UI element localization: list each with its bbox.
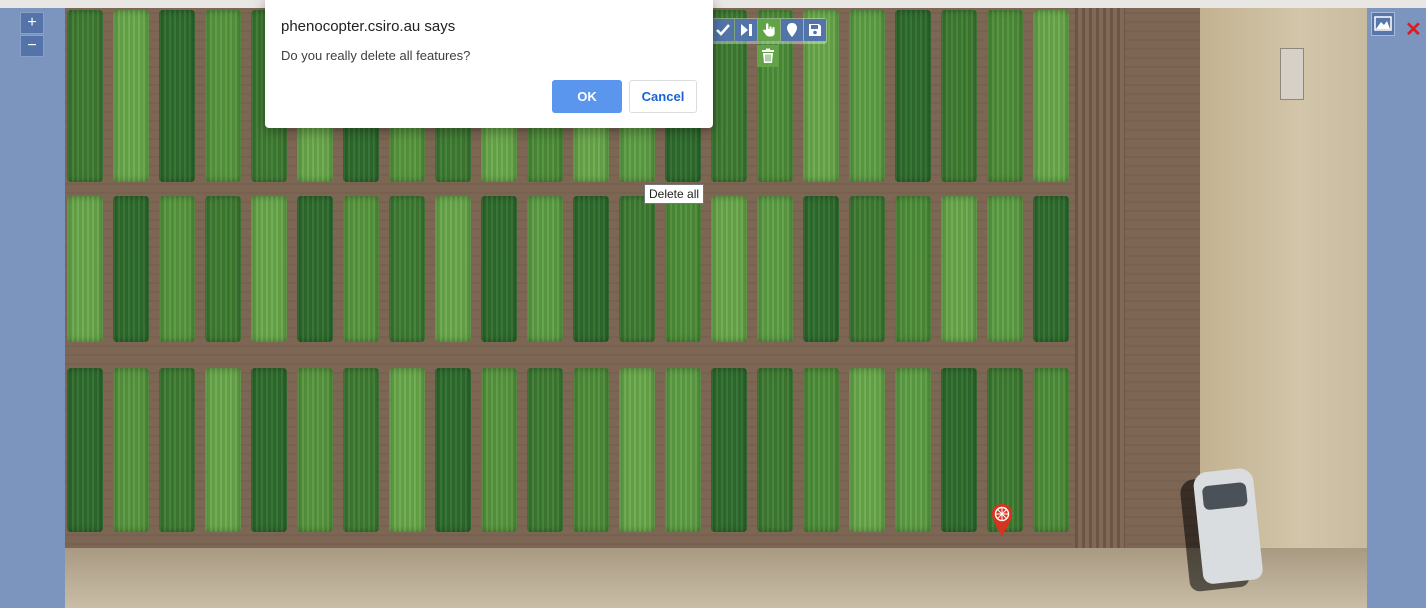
crop-plot xyxy=(619,368,655,532)
tooltip-delete-all: Delete all xyxy=(644,184,705,204)
shed xyxy=(1280,48,1304,100)
zoom-out-button[interactable]: − xyxy=(20,35,44,57)
crop-plot xyxy=(1033,196,1069,342)
crop-plot xyxy=(251,368,287,532)
crop-plot xyxy=(205,10,241,182)
crop-plot xyxy=(1033,10,1069,182)
check-icon[interactable] xyxy=(712,19,734,41)
map-marker-icon[interactable] xyxy=(991,503,1013,537)
skip-icon[interactable] xyxy=(735,19,757,41)
draw-toolbar xyxy=(711,18,827,44)
crop-plot xyxy=(159,10,195,182)
ok-button[interactable]: OK xyxy=(552,80,622,113)
crop-plot xyxy=(389,368,425,532)
confirm-dialog: phenocopter.csiro.au says Do you really … xyxy=(265,0,713,128)
map-frame-right xyxy=(1366,8,1426,608)
crop-plot xyxy=(573,196,609,342)
crop-plot xyxy=(67,368,103,532)
trash-icon xyxy=(762,48,774,63)
crop-plot xyxy=(251,196,287,342)
crop-plot xyxy=(113,368,149,532)
dialog-title: phenocopter.csiro.au says xyxy=(281,18,456,35)
zoom-in-button[interactable]: + xyxy=(20,12,44,34)
crop-plot xyxy=(849,10,885,182)
map-frame-left xyxy=(0,8,65,608)
crop-plot xyxy=(987,10,1023,182)
dialog-message: Do you really delete all features? xyxy=(281,48,471,63)
crop-plot xyxy=(343,368,379,532)
crop-plot xyxy=(941,10,977,182)
crop-plot xyxy=(389,196,425,342)
marker-icon[interactable] xyxy=(781,19,803,41)
crop-plot xyxy=(573,368,609,532)
crop-plot xyxy=(803,196,839,342)
cancel-button[interactable]: Cancel xyxy=(629,80,697,113)
crop-plot xyxy=(159,368,195,532)
crop-plot xyxy=(481,196,517,342)
crop-plot xyxy=(665,196,701,342)
crop-plot xyxy=(205,196,241,342)
crop-plot xyxy=(711,368,747,532)
crop-plot xyxy=(297,368,333,532)
crop-plot xyxy=(895,368,931,532)
close-icon[interactable]: ✕ xyxy=(1405,20,1422,40)
crop-plot xyxy=(757,196,793,342)
crop-plot xyxy=(757,368,793,532)
crop-plot xyxy=(895,10,931,182)
crop-plot xyxy=(1033,368,1069,532)
crop-plot xyxy=(849,368,885,532)
delete-all-button[interactable] xyxy=(757,45,779,67)
tractor-track xyxy=(1075,8,1125,553)
crop-plot xyxy=(849,196,885,342)
crop-plot xyxy=(527,196,563,342)
crop-plot xyxy=(987,196,1023,342)
crop-plot xyxy=(435,368,471,532)
crop-plot xyxy=(435,196,471,342)
crop-plot xyxy=(941,196,977,342)
aerial-field-image[interactable] xyxy=(65,8,1367,608)
crop-plot xyxy=(205,368,241,532)
crop-plot xyxy=(803,368,839,532)
save-icon[interactable] xyxy=(804,19,826,41)
crop-plot xyxy=(113,196,149,342)
crop-plot xyxy=(941,368,977,532)
layers-button[interactable] xyxy=(1371,12,1395,36)
crop-plot xyxy=(159,196,195,342)
crop-plot xyxy=(895,196,931,342)
crop-plot xyxy=(67,10,103,182)
crop-plot xyxy=(343,196,379,342)
crop-plot xyxy=(619,196,655,342)
crop-plot xyxy=(665,368,701,532)
crop-plot xyxy=(527,368,563,532)
crop-plot xyxy=(481,368,517,532)
vehicle xyxy=(1192,467,1264,585)
crop-plot xyxy=(297,196,333,342)
crop-plot xyxy=(67,196,103,342)
crop-plot xyxy=(711,196,747,342)
hand-pointer-icon[interactable] xyxy=(758,19,780,41)
grass-area-bottom xyxy=(65,548,1367,608)
layers-icon xyxy=(1374,16,1392,31)
crop-plot xyxy=(113,10,149,182)
browser-top-strip xyxy=(0,0,1426,8)
